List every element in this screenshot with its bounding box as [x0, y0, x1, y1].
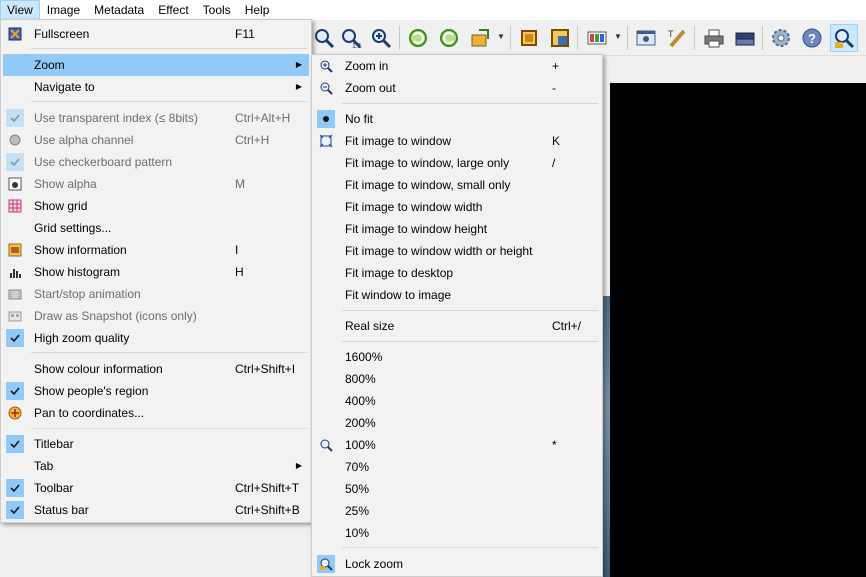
- checkmark-icon: [6, 435, 24, 453]
- menu-item-status-bar[interactable]: Status bar Ctrl+Shift+B: [3, 499, 309, 521]
- radio-dot-icon: [317, 110, 335, 128]
- animation-icon: [6, 285, 24, 303]
- information-icon: [6, 241, 24, 259]
- zoom-1to1-icon[interactable]: 1:1: [337, 24, 365, 52]
- menu-item-fit-width-or-height[interactable]: Fit image to window width or height: [314, 240, 600, 262]
- grid-icon: [6, 197, 24, 215]
- checkmark-icon: [6, 153, 24, 171]
- checkmark-icon: [6, 329, 24, 347]
- submenu-arrow-icon: ▶: [295, 82, 302, 91]
- menu-item-zoom-25[interactable]: 25%: [314, 500, 600, 522]
- menu-item-no-fit[interactable]: No fit: [314, 108, 600, 130]
- menu-item-navigate-to[interactable]: Navigate to ▶: [3, 76, 309, 98]
- checkmark-icon: [6, 479, 24, 497]
- menu-metadata[interactable]: Metadata: [87, 0, 151, 20]
- show-alpha-icon: [6, 175, 24, 193]
- resize-icon[interactable]: [546, 24, 574, 52]
- menu-item-fit-width[interactable]: Fit image to window width: [314, 196, 600, 218]
- menu-help[interactable]: Help: [238, 0, 277, 20]
- menu-item-fit-window-to-image[interactable]: Fit window to image: [314, 284, 600, 306]
- menu-item-fit-large-only[interactable]: Fit image to window, large only /: [314, 152, 600, 174]
- menu-item-zoom-50[interactable]: 50%: [314, 478, 600, 500]
- capture-icon[interactable]: [632, 24, 660, 52]
- menu-item-zoom-200[interactable]: 200%: [314, 412, 600, 434]
- menu-item-draw-as-snapshot[interactable]: Draw as Snapshot (icons only): [3, 305, 309, 327]
- menu-item-start-stop-animation[interactable]: Start/stop animation: [3, 283, 309, 305]
- zoom-in-icon: [317, 57, 335, 75]
- rotate-right-icon[interactable]: [435, 24, 463, 52]
- zoom-in-toolbar-icon[interactable]: [367, 24, 395, 52]
- scanner-icon[interactable]: [731, 24, 759, 52]
- zoom-submenu: Zoom in + Zoom out - No fit Fit image to…: [311, 54, 603, 577]
- fullscreen-icon: [6, 25, 24, 43]
- menu-item-show-colour-information[interactable]: Show colour information Ctrl+Shift+I: [3, 358, 309, 380]
- checkmark-icon: [6, 109, 24, 127]
- menu-item-lock-zoom[interactable]: Lock zoom: [314, 553, 600, 575]
- help-icon[interactable]: ?: [798, 24, 826, 52]
- menu-item-tab[interactable]: Tab ▶: [3, 455, 309, 477]
- zoom-100-icon: [317, 436, 335, 454]
- menu-view[interactable]: View: [0, 0, 40, 20]
- menu-item-high-zoom-quality[interactable]: High zoom quality: [3, 327, 309, 349]
- menu-effect[interactable]: Effect: [151, 0, 195, 20]
- menu-tools[interactable]: Tools: [196, 0, 238, 20]
- menu-item-use-checkerboard[interactable]: Use checkerboard pattern: [3, 151, 309, 173]
- menu-item-show-alpha[interactable]: Show alpha M: [3, 173, 309, 195]
- checkmark-icon: [6, 501, 24, 519]
- view-menu: Fullscreen F11 Zoom ▶ Navigate to ▶ Use …: [0, 19, 312, 523]
- menu-item-zoom-10[interactable]: 10%: [314, 522, 600, 544]
- svg-text:1:1: 1:1: [352, 43, 362, 49]
- menu-item-show-histogram[interactable]: Show histogram H: [3, 261, 309, 283]
- menu-item-zoom[interactable]: Zoom ▶: [3, 54, 309, 76]
- menu-item-zoom-1600[interactable]: 1600%: [314, 346, 600, 368]
- menu-item-use-transparent-index[interactable]: Use transparent index (≤ 8bits) Ctrl+Alt…: [3, 107, 309, 129]
- svg-text:T: T: [668, 29, 674, 39]
- snapshot-icon: [6, 307, 24, 325]
- settings-gear-icon[interactable]: [767, 24, 795, 52]
- lock-zoom-toolbar-icon[interactable]: [830, 24, 858, 52]
- menu-item-zoom-out[interactable]: Zoom out -: [314, 77, 600, 99]
- submenu-arrow-icon: ▶: [295, 461, 302, 470]
- menu-item-zoom-400[interactable]: 400%: [314, 390, 600, 412]
- crop-icon[interactable]: [515, 24, 543, 52]
- menu-item-fit-height[interactable]: Fit image to window height: [314, 218, 600, 240]
- menu-item-titlebar[interactable]: Titlebar: [3, 433, 309, 455]
- menu-item-toolbar[interactable]: Toolbar Ctrl+Shift+T: [3, 477, 309, 499]
- lock-zoom-icon: [317, 555, 335, 573]
- menu-item-fit-to-desktop[interactable]: Fit image to desktop: [314, 262, 600, 284]
- zoom-tool-icon[interactable]: [310, 24, 338, 52]
- image-canvas[interactable]: [610, 83, 866, 577]
- zoom-out-icon: [317, 79, 335, 97]
- menubar: View Image Metadata Effect Tools Help: [0, 0, 866, 20]
- menu-item-show-information[interactable]: Show information I: [3, 239, 309, 261]
- rotate-left-icon[interactable]: [404, 24, 432, 52]
- menu-item-zoom-800[interactable]: 800%: [314, 368, 600, 390]
- print-icon[interactable]: [700, 24, 728, 52]
- menu-item-fullscreen[interactable]: Fullscreen F11: [3, 23, 309, 45]
- menu-item-zoom-70[interactable]: 70%: [314, 456, 600, 478]
- menu-item-fit-image-to-window[interactable]: Fit image to window K: [314, 130, 600, 152]
- menu-image[interactable]: Image: [40, 0, 87, 20]
- menu-item-grid-settings[interactable]: Grid settings...: [3, 217, 309, 239]
- menu-item-show-grid[interactable]: Show grid: [3, 195, 309, 217]
- menu-item-pan-to-coordinates[interactable]: Pan to coordinates...: [3, 402, 309, 424]
- pan-icon: [6, 404, 24, 422]
- menu-item-zoom-100[interactable]: 100% *: [314, 434, 600, 456]
- colors-icon[interactable]: [583, 24, 611, 52]
- histogram-icon: [6, 263, 24, 281]
- checkmark-icon: [6, 382, 24, 400]
- alpha-icon: [6, 131, 24, 149]
- submenu-arrow-icon: ▶: [295, 60, 302, 69]
- paint-icon[interactable]: T: [663, 24, 691, 52]
- menu-item-show-peoples-region[interactable]: Show people's region: [3, 380, 309, 402]
- fit-window-icon: [317, 132, 335, 150]
- menu-item-real-size[interactable]: Real size Ctrl+/: [314, 315, 600, 337]
- svg-text:?: ?: [808, 31, 816, 46]
- menu-item-fit-small-only[interactable]: Fit image to window, small only: [314, 174, 600, 196]
- menu-item-zoom-in[interactable]: Zoom in +: [314, 55, 600, 77]
- menu-item-use-alpha-channel[interactable]: Use alpha channel Ctrl+H: [3, 129, 309, 151]
- transform-icon[interactable]: [466, 24, 494, 52]
